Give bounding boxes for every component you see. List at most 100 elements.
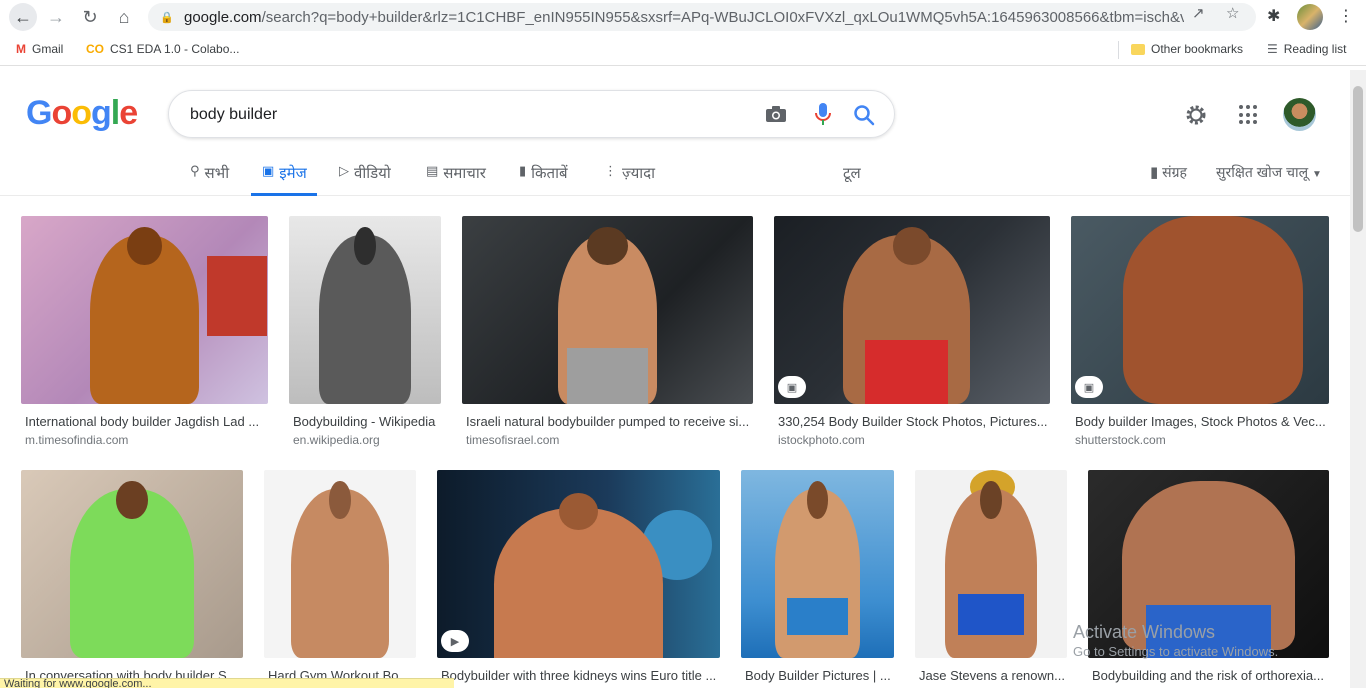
result-title[interactable]: 330,254 Body Builder Stock Photos, Pictu… bbox=[778, 414, 1048, 429]
address-bar[interactable]: 🔒 google.com/search?q=body+builder&rlz=1… bbox=[148, 3, 1256, 31]
result-thumbnail[interactable]: ▣ bbox=[1071, 216, 1329, 404]
tab-images[interactable]: ▣ इमेज bbox=[251, 158, 317, 196]
result-source[interactable]: istockphoto.com bbox=[778, 433, 865, 447]
watermark-title: Activate Windows bbox=[1073, 622, 1216, 642]
result-thumbnail[interactable] bbox=[462, 216, 753, 404]
figure-head bbox=[116, 481, 148, 519]
result-source[interactable]: timesofisrael.com bbox=[466, 433, 559, 447]
image-results-grid: International body builder Jagdish Lad .… bbox=[0, 196, 1350, 688]
bookmark-label: CS1 EDA 1.0 - Colabo... bbox=[110, 42, 240, 56]
result-title[interactable]: International body builder Jagdish Lad .… bbox=[25, 414, 265, 429]
colab-icon: CO bbox=[86, 42, 104, 56]
book-icon: ▮ bbox=[519, 163, 527, 178]
other-bookmarks[interactable]: Other bookmarks bbox=[1131, 42, 1243, 56]
extensions-icon[interactable]: ✱ bbox=[1267, 6, 1280, 26]
logo-letter: e bbox=[119, 94, 138, 132]
reload-button[interactable]: ↻ bbox=[76, 3, 104, 31]
result-thumbnail[interactable] bbox=[741, 470, 894, 658]
home-button[interactable]: ⌂ bbox=[110, 3, 138, 31]
reading-list-label: Reading list bbox=[1283, 42, 1347, 56]
figure-head bbox=[892, 227, 932, 265]
microphone-icon[interactable] bbox=[814, 102, 832, 126]
apps-grid-icon[interactable] bbox=[1239, 105, 1259, 125]
backdrop-sign bbox=[207, 256, 267, 336]
collections-button[interactable]: ▮ संग्रह bbox=[1150, 163, 1187, 182]
tools-label: टूल bbox=[843, 165, 861, 182]
search-tabs: ⚲ सभी ▣ इमेज ▷ वीडियो ▤ समाचार ▮ किताबें… bbox=[0, 158, 1366, 196]
status-text: Waiting for www.google.com... bbox=[4, 678, 152, 688]
tab-books[interactable]: ▮ किताबें bbox=[519, 158, 568, 196]
bookmarks-bar: M Gmail CO CS1 EDA 1.0 - Colabo... Other… bbox=[0, 38, 1366, 62]
logo-letter: l bbox=[110, 94, 121, 132]
page-scrollbar[interactable] bbox=[1350, 70, 1366, 688]
image-result[interactable]: Israeli natural bodybuilder pumped to re… bbox=[462, 216, 753, 447]
result-thumbnail[interactable] bbox=[915, 470, 1067, 658]
image-result[interactable]: Jase Stevens a renown... bbox=[915, 470, 1067, 688]
figure-head bbox=[806, 481, 829, 519]
image-result[interactable]: International body builder Jagdish Lad .… bbox=[21, 216, 269, 447]
camera-icon[interactable] bbox=[765, 105, 787, 123]
figure-head bbox=[127, 227, 162, 265]
result-thumbnail[interactable] bbox=[21, 216, 268, 404]
search-input[interactable] bbox=[190, 103, 750, 127]
result-title[interactable]: Bodybuilding and the risk of orthorexia.… bbox=[1092, 668, 1330, 683]
reading-list[interactable]: ☰ Reading list bbox=[1267, 42, 1346, 56]
image-result[interactable]: Hard Gym Workout Bo... bbox=[264, 470, 416, 688]
profile-avatar-small[interactable] bbox=[1297, 4, 1323, 30]
more-vert-icon: ⋮ bbox=[604, 163, 617, 178]
tab-videos[interactable]: ▷ वीडियो bbox=[339, 158, 391, 196]
play-icon: ▶ bbox=[441, 630, 469, 652]
logo-letter: o bbox=[71, 94, 92, 132]
result-thumbnail[interactable] bbox=[289, 216, 441, 404]
tab-news[interactable]: ▤ समाचार bbox=[426, 158, 486, 196]
account-avatar[interactable] bbox=[1283, 98, 1316, 131]
menu-kebab-icon[interactable]: ⋮ bbox=[1338, 6, 1354, 26]
bodybuilder-figure bbox=[493, 507, 664, 658]
tab-all[interactable]: ⚲ सभी bbox=[190, 158, 229, 196]
image-icon: ▣ bbox=[262, 163, 275, 178]
image-result[interactable]: Bodybuilding - Wikipedia en.wikipedia.or… bbox=[289, 216, 443, 447]
result-source[interactable]: m.timesofindia.com bbox=[25, 433, 128, 447]
google-logo[interactable]: Google bbox=[26, 94, 138, 133]
result-title[interactable]: Jase Stevens a renown... bbox=[919, 668, 1069, 683]
video-icon: ▷ bbox=[339, 163, 349, 178]
safesearch-toggle[interactable]: सुरक्षित खोज चालू ▼ bbox=[1216, 163, 1322, 182]
bookmark-icon: ▮ bbox=[1150, 164, 1159, 181]
bookmark-gmail[interactable]: M Gmail bbox=[16, 42, 63, 56]
back-button[interactable]: ← bbox=[9, 3, 37, 31]
result-thumbnail[interactable] bbox=[264, 470, 416, 658]
tools-button[interactable]: टूल bbox=[843, 158, 861, 196]
safesearch-label: सुरक्षित खोज चालू bbox=[1216, 164, 1309, 180]
share-icon[interactable]: ↗ bbox=[1192, 4, 1205, 22]
tab-label: समाचार bbox=[443, 165, 486, 182]
tab-label: सभी bbox=[204, 165, 230, 182]
image-result[interactable]: ▣ 330,254 Body Builder Stock Photos, Pic… bbox=[774, 216, 1050, 447]
image-result[interactable]: ▣ Body builder Images, Stock Photos & Ve… bbox=[1071, 216, 1329, 447]
result-source[interactable]: en.wikipedia.org bbox=[293, 433, 380, 447]
grey-shorts bbox=[566, 347, 649, 404]
star-icon[interactable]: ☆ bbox=[1226, 4, 1239, 22]
search-icon[interactable] bbox=[853, 104, 875, 126]
status-bar: Waiting for www.google.com... bbox=[0, 678, 454, 688]
scrollbar-thumb[interactable] bbox=[1353, 86, 1363, 232]
other-bookmarks-label: Other bookmarks bbox=[1151, 42, 1244, 56]
image-result[interactable]: ▶ Bodybuilder with three kidneys wins Eu… bbox=[437, 470, 720, 688]
image-result[interactable]: In conversation with body builder S... bbox=[21, 470, 243, 688]
result-thumbnail[interactable] bbox=[21, 470, 243, 658]
logo-letter: g bbox=[91, 94, 112, 132]
image-result[interactable]: Body Builder Pictures | ... bbox=[741, 470, 894, 688]
forward-button[interactable]: → bbox=[42, 3, 70, 31]
browser-chrome: ← → ↻ ⌂ 🔒 google.com/search?q=body+build… bbox=[0, 0, 1366, 66]
result-title[interactable]: Israeli natural bodybuilder pumped to re… bbox=[466, 414, 751, 429]
result-thumbnail[interactable]: ▶ bbox=[437, 470, 720, 658]
result-title[interactable]: Bodybuilder with three kidneys wins Euro… bbox=[441, 668, 721, 683]
tab-more[interactable]: ⋮ ज़्यादा bbox=[604, 158, 655, 196]
bookmark-colab[interactable]: CO CS1 EDA 1.0 - Colabo... bbox=[86, 42, 239, 56]
search-icon: ⚲ bbox=[190, 163, 200, 178]
result-title[interactable]: Body builder Images, Stock Photos & Vec.… bbox=[1075, 414, 1327, 429]
settings-gear-icon[interactable] bbox=[1184, 103, 1208, 127]
result-source[interactable]: shutterstock.com bbox=[1075, 433, 1166, 447]
result-title[interactable]: Bodybuilding - Wikipedia bbox=[293, 414, 443, 429]
result-thumbnail[interactable]: ▣ bbox=[774, 216, 1050, 404]
result-title[interactable]: Body Builder Pictures | ... bbox=[745, 668, 895, 683]
